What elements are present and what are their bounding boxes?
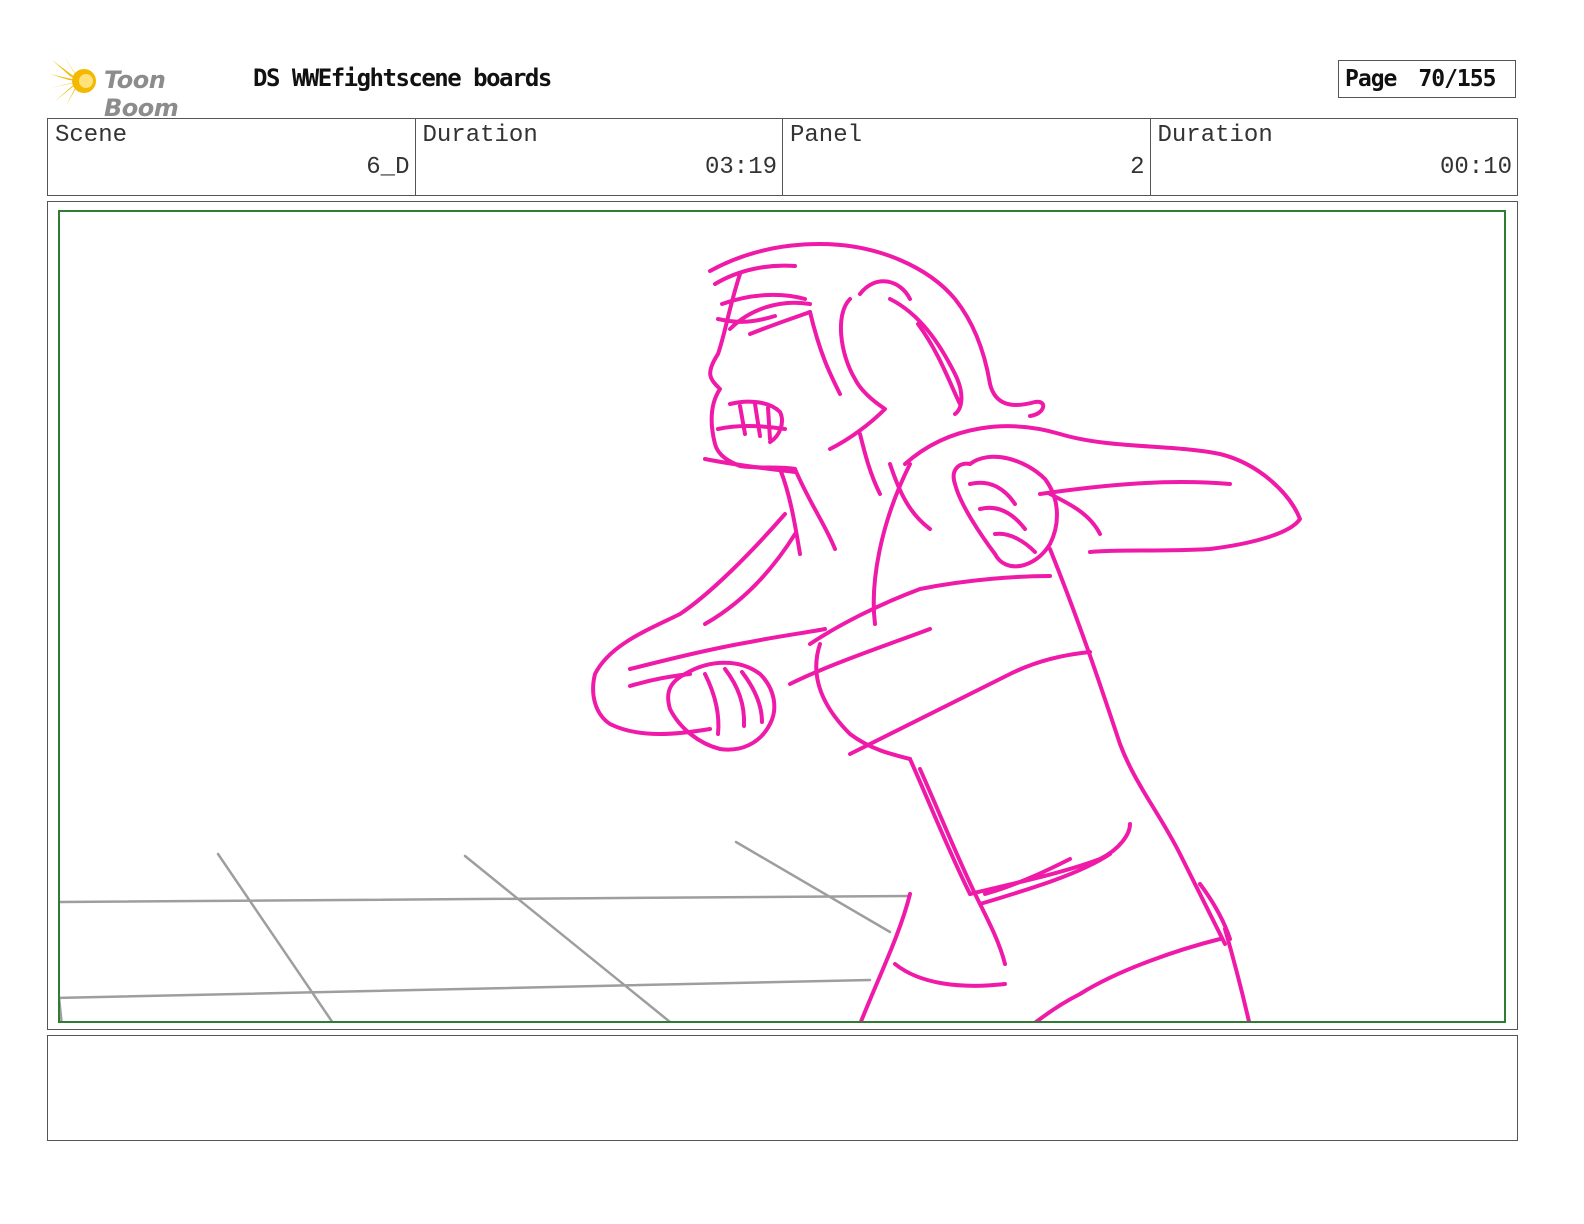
page-number: 70/155 (1418, 66, 1496, 92)
scene-cell: Scene 6_D (48, 119, 416, 195)
toon-boom-logo: Toon Boom (50, 54, 240, 122)
wrestler-sketch (591, 242, 1302, 1021)
scene-label: Scene (55, 122, 128, 149)
panel-sketch (60, 242, 1302, 1021)
panel-label: Panel (790, 122, 863, 149)
ring-guide-lines (60, 840, 912, 1021)
safe-area-frame (58, 210, 1506, 1023)
panel-value: 2 (1130, 154, 1145, 181)
panel-cell: Panel 2 (783, 119, 1151, 195)
logo-text: Toon Boom (104, 66, 179, 122)
scene-value: 6_D (366, 154, 410, 181)
star-burst-icon (50, 56, 96, 106)
scene-duration-cell: Duration 03:19 (416, 119, 783, 195)
storyboard-frame (47, 201, 1518, 1030)
panel-duration-cell: Duration 00:10 (1151, 119, 1518, 195)
page-indicator: Page 70/155 (1338, 60, 1516, 98)
panel-duration-label: Duration (1157, 122, 1273, 149)
document-title: DS WWEfightscene boards (253, 64, 552, 92)
panel-duration-value: 00:10 (1439, 154, 1512, 181)
scene-duration-value: 03:19 (704, 154, 777, 181)
page-label: Page (1345, 66, 1397, 92)
scene-duration-label: Duration (422, 122, 538, 149)
notes-box (47, 1035, 1518, 1141)
panel-info-row: Scene 6_D Duration 03:19 Panel 2 Duratio… (47, 118, 1518, 196)
